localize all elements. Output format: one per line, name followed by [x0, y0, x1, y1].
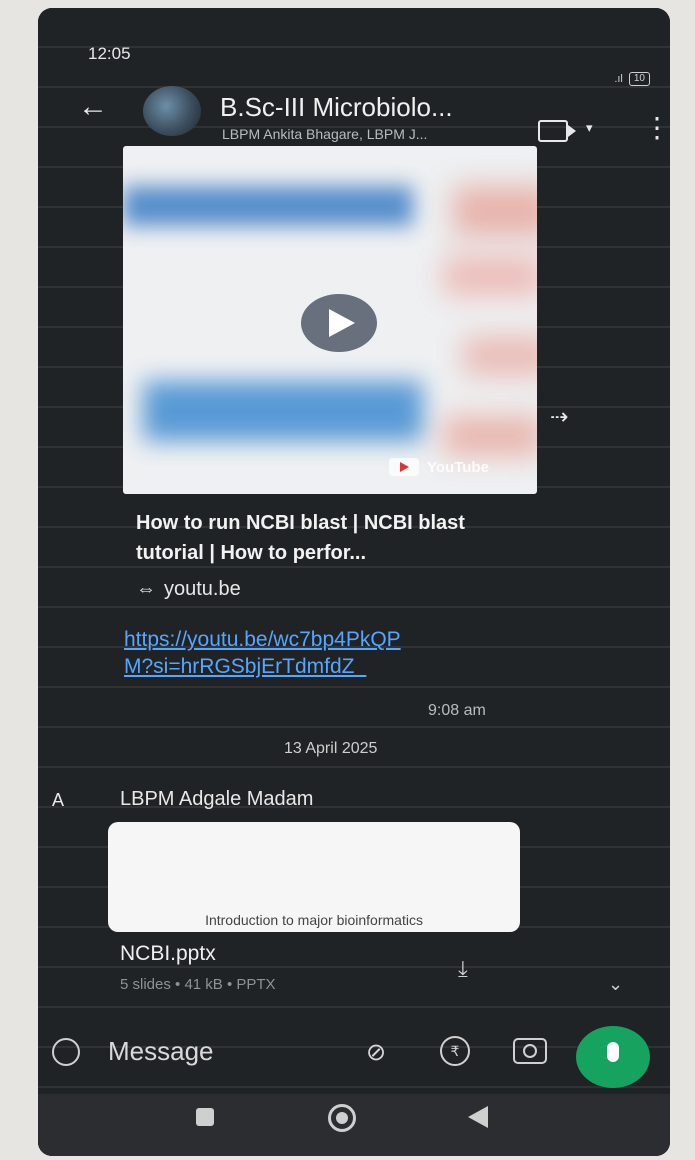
date-chip: 13 April 2025: [284, 740, 378, 757]
rupee-icon[interactable]: ₹: [440, 1036, 470, 1066]
youtube-icon: [389, 458, 419, 476]
message-input-bar: ⊘ ₹: [38, 1018, 670, 1088]
system-nav-bar: [38, 1094, 670, 1156]
play-icon[interactable]: [301, 294, 377, 352]
back-button[interactable]: [468, 1106, 488, 1128]
message-url[interactable]: https://youtu.be/wc7bp4PkQPM?si=hrRGSbjE…: [124, 626, 424, 680]
sender-name[interactable]: LBPM Adgale Madam: [120, 788, 313, 811]
chat-title[interactable]: B.Sc-III Microbiolo...: [220, 92, 453, 123]
arrow-left-icon[interactable]: ←: [78, 92, 108, 122]
message-input[interactable]: [106, 1032, 340, 1070]
document-meta: 5 slides • 41 kB • PPTX: [120, 976, 276, 993]
emoji-icon[interactable]: [52, 1038, 80, 1066]
youtube-logo: YouTube: [389, 458, 489, 476]
status-bar: 12:05 .ıl 10: [38, 8, 670, 86]
video-thumbnail[interactable]: YouTube: [123, 146, 537, 494]
microphone-icon[interactable]: [576, 1026, 650, 1088]
link-message[interactable]: YouTube How to run NCBI blast | NCBI bla…: [116, 146, 561, 758]
status-time: 12:05: [88, 44, 131, 63]
document-name[interactable]: NCBI.pptx: [120, 942, 216, 966]
paperclip-icon[interactable]: ⊘: [366, 1038, 386, 1067]
message-time: 9:08 am: [428, 702, 486, 719]
link-icon: ⇔: [136, 578, 156, 600]
group-avatar[interactable]: [143, 86, 201, 136]
link-preview-domain: ⇔ youtu.be: [136, 578, 241, 601]
sender-avatar-initial[interactable]: A: [52, 790, 64, 811]
video-camera-icon[interactable]: [538, 120, 576, 142]
document-preview-text: Introduction to major bioinformatics: [205, 912, 423, 928]
link-preview-title[interactable]: How to run NCBI blast | NCBI blast tutor…: [136, 508, 536, 568]
youtube-label: YouTube: [427, 458, 489, 476]
download-icon[interactable]: ⤓: [458, 956, 468, 982]
chat-header: ← B.Sc-III Microbiolo... LBPM Ankita Bha…: [38, 84, 670, 146]
document-preview[interactable]: Introduction to major bioinformatics: [108, 822, 520, 932]
chevron-down-icon[interactable]: ▾: [586, 120, 593, 136]
camera-icon[interactable]: [513, 1038, 547, 1064]
recents-button[interactable]: [196, 1108, 214, 1126]
link-domain-text: youtu.be: [164, 578, 241, 600]
scroll-down-icon[interactable]: ⌄: [608, 974, 623, 995]
phone-frame: 12:05 .ıl 10 ← B.Sc-III Microbiolo... LB…: [38, 8, 670, 1156]
chat-screen: 12:05 .ıl 10 ← B.Sc-III Microbiolo... LB…: [38, 8, 670, 1156]
chat-subtitle[interactable]: LBPM Ankita Bhagare, LBPM J...: [222, 126, 427, 142]
more-vertical-icon[interactable]: ⋮: [643, 114, 670, 142]
forward-icon[interactable]: ⇢: [550, 404, 568, 430]
home-button[interactable]: [328, 1104, 356, 1132]
